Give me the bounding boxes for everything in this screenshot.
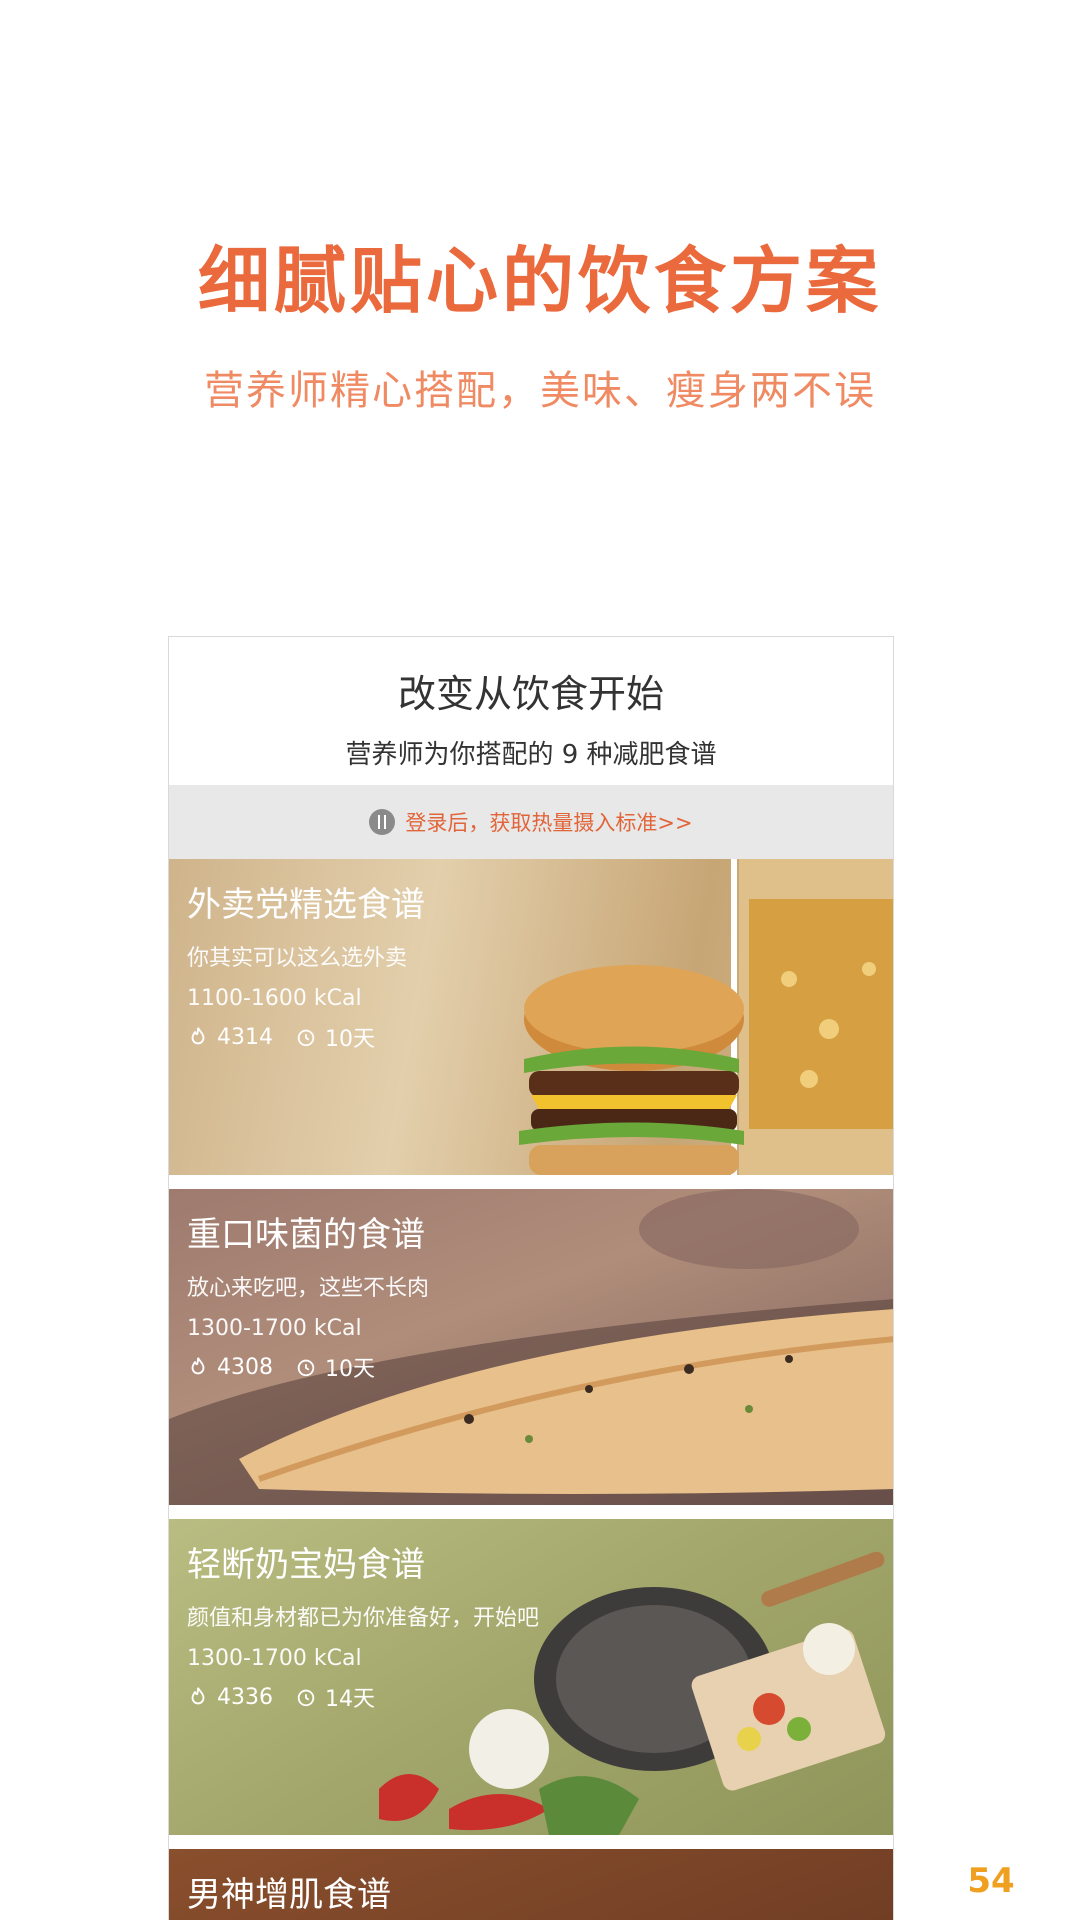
- recipe-title: 轻断奶宝妈食谱: [187, 1545, 425, 1585]
- recipe-card-takeout[interactable]: 外卖党精选食谱 你其实可以这么选外卖 1100-1600 kCal 4314 1…: [169, 859, 893, 1175]
- recipe-users: 4314: [217, 1024, 273, 1050]
- recipe-stats: 4308 10天: [187, 1351, 429, 1383]
- hero-title: 细腻贴心的饮食方案: [197, 239, 882, 323]
- recipe-card-heavy-flavor[interactable]: 重口味菌的食谱 放心来吃吧，这些不长肉 1300-1700 kCal 4308 …: [169, 1189, 893, 1505]
- login-banner-text: 登录后，获取热量摄入标准>>: [405, 811, 693, 835]
- recipe-kcal: 1300-1700 kCal: [187, 1646, 362, 1671]
- recipe-desc: 你其实可以这么选外卖: [187, 946, 408, 971]
- site-watermark-logo: 54: [916, 1856, 1066, 1906]
- app-preview-frame: 改变从饮食开始 营养师为你搭配的 9 种减肥食谱 登录后，获取热量摄入标准>> …: [168, 636, 894, 1920]
- watermark-text: 54: [967, 1861, 1015, 1901]
- recipe-stats: 4336 14天: [187, 1681, 539, 1713]
- timer-icon: [297, 1359, 315, 1377]
- hero-subtitle: 营养师精心搭配，美味、瘦身两不误: [204, 368, 876, 414]
- recipe-days: 10天: [325, 1357, 375, 1382]
- recipe-desc: 颜值和身材都已为你准备好，开始吧: [187, 1606, 540, 1631]
- recipe-title: 重口味菌的食谱: [187, 1215, 425, 1255]
- flame-icon: [191, 1357, 205, 1375]
- frame-header: 改变从饮食开始 营养师为你搭配的 9 种减肥食谱: [169, 637, 893, 785]
- timer-icon: [297, 1029, 315, 1047]
- frame-subtitle: 营养师为你搭配的 9 种减肥食谱: [345, 740, 717, 770]
- frame-title: 改变从饮食开始: [397, 672, 664, 716]
- flame-icon: [191, 1687, 205, 1705]
- recipe-info: 男神增肌食谱: [187, 1863, 391, 1916]
- recipe-desc: 放心来吃吧，这些不长肉: [187, 1276, 430, 1301]
- flame-icon: [191, 1027, 205, 1045]
- recipe-days: 14天: [325, 1687, 375, 1712]
- recipe-info: 外卖党精选食谱 你其实可以这么选外卖 1100-1600 kCal 4314 1…: [187, 873, 425, 1053]
- recipe-card-mom[interactable]: 轻断奶宝妈食谱 颜值和身材都已为你准备好，开始吧 1300-1700 kCal …: [169, 1519, 893, 1835]
- login-banner[interactable]: 登录后，获取热量摄入标准>>: [169, 785, 893, 859]
- recipe-title: 男神增肌食谱: [187, 1875, 391, 1915]
- recipe-days: 10天: [325, 1027, 375, 1052]
- cutlery-icon: [369, 809, 396, 835]
- recipe-card-muscle[interactable]: 男神增肌食谱: [169, 1849, 893, 1920]
- recipe-users: 4308: [217, 1354, 273, 1380]
- recipe-kcal: 1100-1600 kCal: [187, 986, 362, 1011]
- recipe-users: 4336: [217, 1684, 273, 1710]
- recipe-info: 轻断奶宝妈食谱 颜值和身材都已为你准备好，开始吧 1300-1700 kCal …: [187, 1533, 539, 1713]
- recipe-title: 外卖党精选食谱: [187, 885, 425, 925]
- recipe-info: 重口味菌的食谱 放心来吃吧，这些不长肉 1300-1700 kCal 4308 …: [187, 1203, 429, 1383]
- recipe-stats: 4314 10天: [187, 1021, 425, 1053]
- recipe-kcal: 1300-1700 kCal: [187, 1316, 362, 1341]
- timer-icon: [297, 1689, 315, 1707]
